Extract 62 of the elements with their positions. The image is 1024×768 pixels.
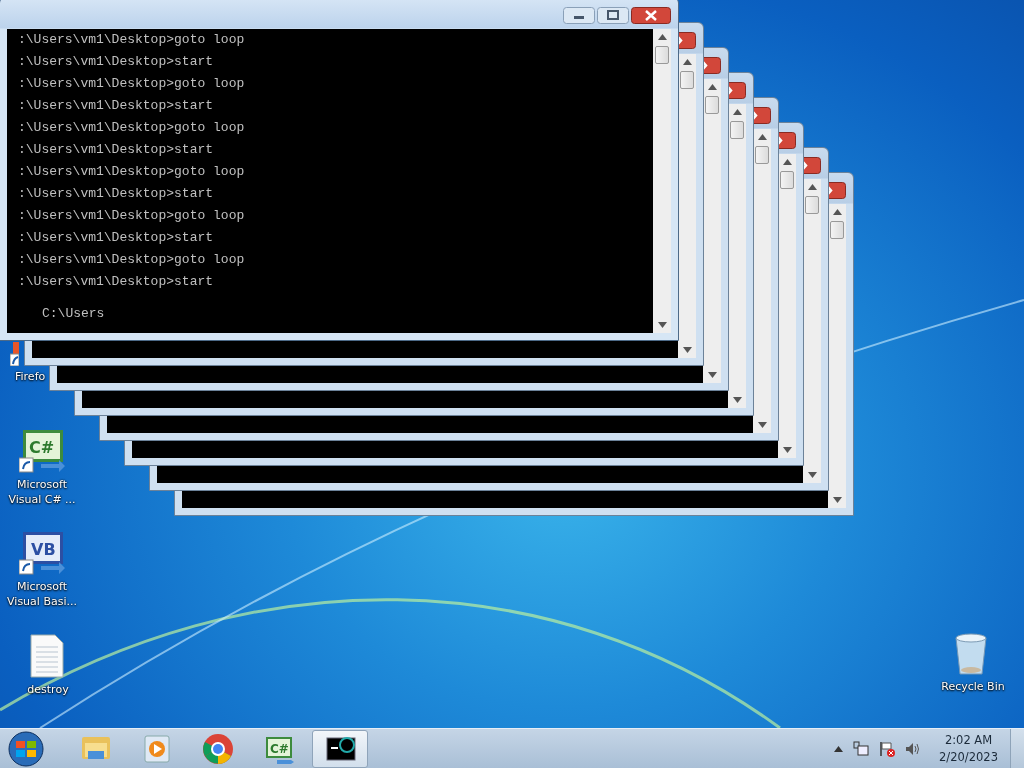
scrollbar[interactable]: [703, 79, 721, 383]
console-line: :\Users\vm1\Desktop>goto loop: [18, 120, 245, 135]
clock-date: 2/20/2023: [939, 748, 998, 766]
flag-error-icon[interactable]: [879, 740, 896, 757]
scroll-up-icon[interactable]: [832, 209, 842, 215]
scroll-up-icon[interactable]: [757, 134, 767, 140]
scroll-thumb[interactable]: [730, 121, 744, 139]
scroll-thumb[interactable]: [680, 71, 694, 89]
scroll-down-icon[interactable]: [707, 372, 717, 378]
icon-label[interactable]: Recycle Bin: [941, 679, 1005, 694]
console-line: :\Users\vm1\Desktop>start: [18, 186, 214, 201]
taskbar-button[interactable]: C#: [251, 729, 307, 768]
scroll-down-icon[interactable]: [782, 447, 792, 453]
scrollbar[interactable]: [753, 129, 771, 433]
console-line: :\Users\vm1\Desktop>goto loop: [18, 208, 245, 223]
scroll-thumb[interactable]: [780, 171, 794, 189]
scroll-down-icon[interactable]: [732, 397, 742, 403]
taskbar-button[interactable]: [312, 729, 368, 768]
scroll-thumb[interactable]: [805, 196, 819, 214]
console-line: :\Users\vm1\Desktop>start: [18, 142, 214, 157]
scrollbar[interactable]: [728, 104, 746, 408]
console-line: :\Users\vm1\Desktop>goto loop: [18, 76, 245, 91]
network-icon[interactable]: [853, 740, 870, 757]
console-line: :\Users\vm1\Desktop>start: [18, 274, 214, 289]
scrollbar[interactable]: [678, 54, 696, 358]
minimize-button[interactable]: [563, 7, 595, 24]
console-line: :\Users\vm1\Desktop>start: [18, 230, 214, 245]
clock-time: 2:02 AM: [944, 731, 993, 749]
icon-label[interactable]: destroy: [27, 682, 69, 697]
console-line: :\Users\vm1\Desktop>goto loop: [18, 252, 245, 267]
console-line: :\Users\vm1\Desktop>start: [18, 54, 214, 69]
scroll-thumb[interactable]: [705, 96, 719, 114]
scrollbar[interactable]: [653, 29, 671, 333]
scroll-up-icon[interactable]: [682, 59, 692, 65]
scroll-up-icon[interactable]: [782, 159, 792, 165]
scroll-down-icon[interactable]: [807, 472, 817, 478]
scroll-down-icon[interactable]: [832, 497, 842, 503]
console-line: :\Users\vm1\Desktop>goto loop: [18, 164, 245, 179]
scrollbar[interactable]: [803, 179, 821, 483]
scroll-thumb[interactable]: [655, 46, 669, 64]
icon-label[interactable]: Microsoft Visual Basi...: [4, 579, 80, 609]
scrollbar[interactable]: [778, 154, 796, 458]
scroll-up-icon[interactable]: [707, 84, 717, 90]
close-button[interactable]: [631, 7, 671, 24]
show-hidden-icons-icon[interactable]: [834, 745, 844, 752]
console-line: :\Users\vm1\Desktop>goto loop: [18, 32, 245, 47]
scroll-thumb[interactable]: [755, 146, 769, 164]
scroll-up-icon[interactable]: [657, 34, 667, 40]
scroll-up-icon[interactable]: [807, 184, 817, 190]
icon-label[interactable]: Firefo: [15, 369, 46, 384]
shortcut-icon[interactable]: [10, 342, 19, 366]
console-line: C:\Users: [42, 306, 105, 321]
maximize-button[interactable]: [597, 7, 629, 24]
scroll-down-icon[interactable]: [757, 422, 767, 428]
scroll-thumb[interactable]: [830, 221, 844, 239]
icon-label[interactable]: Microsoft Visual C# ...: [4, 477, 80, 507]
scroll-up-icon[interactable]: [732, 109, 742, 115]
console-line: :\Users\vm1\Desktop>start: [18, 98, 214, 113]
scrollbar[interactable]: [828, 204, 846, 508]
scroll-down-icon[interactable]: [657, 322, 667, 328]
scroll-down-icon[interactable]: [682, 347, 692, 353]
clock[interactable]: 2:02 AM 2/20/2023: [939, 731, 998, 766]
